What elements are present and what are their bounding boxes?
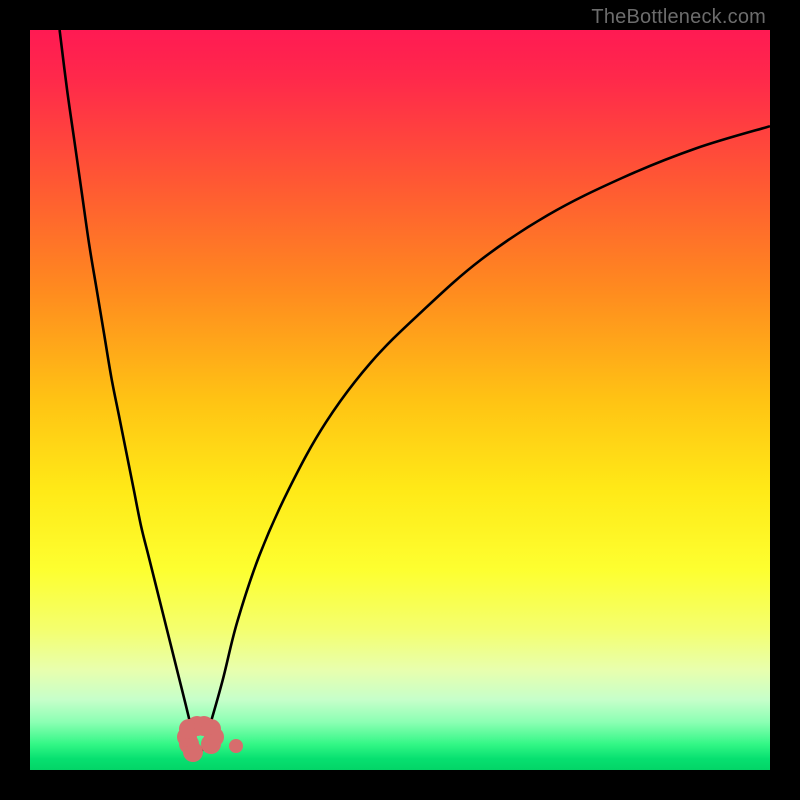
watermark-text: TheBottleneck.com (591, 6, 766, 29)
curves-layer (30, 30, 770, 770)
outer-frame: TheBottleneck.com (0, 0, 800, 800)
dot (229, 739, 243, 753)
left-curve (60, 30, 201, 755)
right-curve (200, 126, 770, 755)
plot-area (30, 30, 770, 770)
